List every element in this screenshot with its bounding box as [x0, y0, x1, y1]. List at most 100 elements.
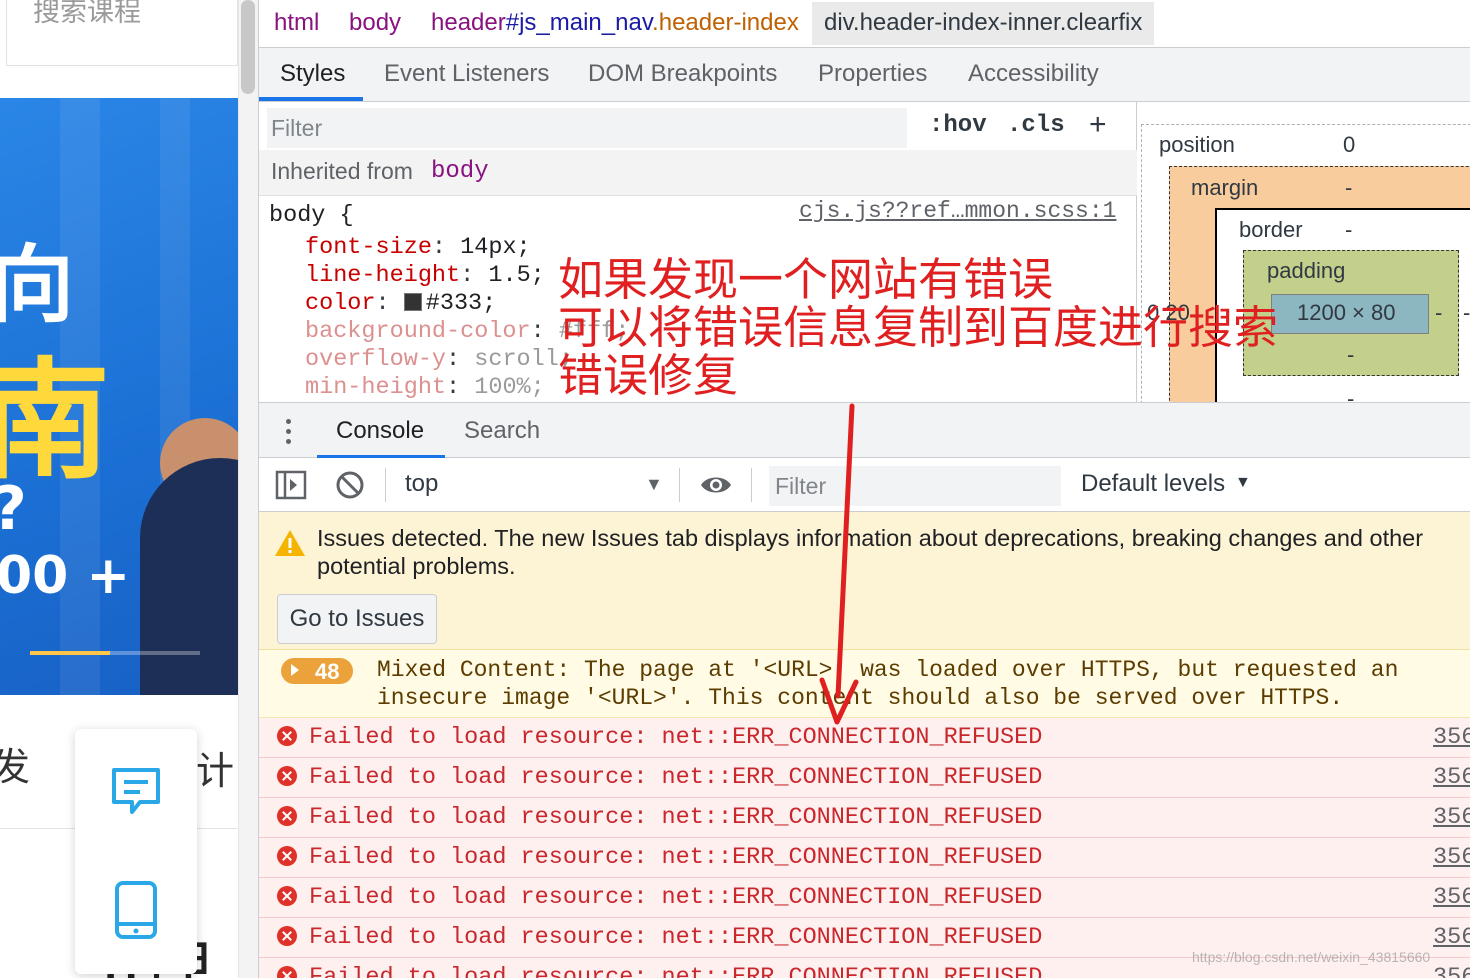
border-label: border [1239, 217, 1303, 242]
carousel-indicator[interactable] [110, 651, 200, 655]
context-select[interactable]: top [405, 470, 438, 498]
error-message: Failed to load resource: net::ERR_CONNEC… [309, 924, 1043, 951]
error-circle-icon [277, 926, 297, 946]
error-message: Failed to load resource: net::ERR_CONNEC… [309, 804, 1043, 831]
styles-filter-bar: :hov .cls + [259, 102, 1137, 152]
error-circle-icon [277, 726, 297, 746]
issues-message: Issues detected. The new Issues tab disp… [317, 525, 1424, 579]
breadcrumb-body[interactable]: body [349, 9, 401, 37]
chat-icon[interactable] [110, 766, 162, 818]
inherited-label: Inherited from [271, 158, 413, 184]
warning-triangle-icon [275, 530, 305, 556]
chevron-down-icon[interactable]: ▼ [645, 474, 663, 495]
webpage-viewport: 搜索课程 向 南 ? 00 + 发 计 π理 [0, 0, 258, 978]
error-source-link[interactable]: 356 [1433, 764, 1470, 791]
red-arrow-annotation [819, 403, 859, 725]
annotation-line: 错误修复 [558, 349, 739, 402]
error-message: Failed to load resource: net::ERR_CONNEC… [309, 724, 1043, 751]
error-circle-icon [277, 846, 297, 866]
breadcrumb-current[interactable]: div.header-index-inner.clearfix [812, 2, 1155, 45]
error-message: Failed to load resource: net::ERR_CONNEC… [309, 884, 1043, 911]
go-to-issues-button[interactable]: Go to Issues [277, 594, 437, 644]
rule-selector[interactable]: body { [269, 202, 354, 229]
eye-icon[interactable] [699, 472, 733, 498]
declaration-overridden[interactable]: overflow-y: scroll; [305, 346, 573, 373]
padding-bottom-value[interactable]: - [1347, 342, 1354, 368]
position-label: position [1159, 132, 1235, 157]
page-scrollbar[interactable] [238, 0, 258, 978]
border-value[interactable]: - [1345, 217, 1352, 243]
error-source-link[interactable]: 356 [1433, 724, 1470, 751]
declaration[interactable]: color: #333; [305, 290, 496, 317]
tab-event-listeners[interactable]: Event Listeners [384, 60, 549, 88]
tab-styles[interactable]: Styles [280, 60, 345, 88]
breadcrumb-html[interactable]: html [274, 9, 319, 37]
declaration[interactable]: font-size: 14px; [305, 234, 531, 261]
active-tab-indicator [259, 97, 363, 101]
cls-toggle[interactable]: .cls [1007, 112, 1065, 139]
log-levels-dropdown[interactable]: Default levels [1081, 470, 1225, 498]
more-tools-menu-icon[interactable] [283, 417, 293, 447]
nav-text-fragment[interactable]: 发 [0, 736, 30, 791]
error-circle-icon [277, 886, 297, 906]
page-scrollbar-thumb[interactable] [241, 0, 255, 94]
border-right-value[interactable]: - [1463, 300, 1470, 326]
course-search-input[interactable]: 搜索课程 [6, 0, 238, 66]
console-error-row[interactable]: Failed to load resource: net::ERR_CONNEC… [259, 838, 1470, 878]
error-source-link[interactable]: 356 [1433, 964, 1470, 978]
declaration-overridden[interactable]: min-height: 100%; [305, 374, 545, 401]
repeat-count: 48 [315, 659, 340, 684]
error-source-link[interactable]: 356 [1433, 844, 1470, 871]
repeat-count-badge[interactable]: 48 [281, 658, 353, 684]
styles-filter-input[interactable] [267, 108, 907, 148]
error-message: Failed to load resource: net::ERR_CONNEC… [309, 764, 1043, 791]
red-annotation-text: 如果发现一个网站有错误 可以将错误信息复制到百度进行搜索 错误修复 [558, 256, 1318, 400]
border-bottom-value[interactable]: - [1347, 386, 1354, 402]
watermark: https://blog.csdn.net/weixin_43815660 [1192, 949, 1431, 965]
search-placeholder: 搜索课程 [33, 0, 141, 27]
error-source-link[interactable]: 356 [1433, 804, 1470, 831]
dom-breadcrumb: html body header#js_main_nav.header-inde… [259, 0, 1470, 48]
tab-properties[interactable]: Properties [818, 60, 927, 88]
tab-console[interactable]: Console [336, 417, 424, 445]
error-circle-icon [277, 966, 297, 978]
annotation-line: 如果发现一个网站有错误 [558, 253, 1054, 306]
declaration[interactable]: line-height: 1.5; [305, 262, 545, 289]
elements-subtabs: Styles Event Listeners DOM Breakpoints P… [259, 48, 1470, 102]
carousel-indicator-active[interactable] [30, 651, 110, 655]
rule-source-link[interactable]: cjs.js??ref…mmon.scss:1 [799, 198, 1116, 224]
chevron-down-icon[interactable]: ▼ [1235, 474, 1251, 492]
margin-label: margin [1191, 175, 1259, 200]
margin-value[interactable]: - [1345, 175, 1352, 201]
error-circle-icon [277, 806, 297, 826]
tab-accessibility[interactable]: Accessibility [968, 60, 1099, 88]
console-error-row[interactable]: Failed to load resource: net::ERR_CONNEC… [259, 798, 1470, 838]
console-error-row[interactable]: Failed to load resource: net::ERR_CONNEC… [259, 758, 1470, 798]
error-message: Failed to load resource: net::ERR_CONNEC… [309, 844, 1043, 871]
error-message: Failed to load resource: net::ERR_CONNEC… [309, 964, 1043, 978]
banner-text-mid: ? [0, 474, 27, 544]
phone-icon[interactable] [114, 880, 158, 940]
color-swatch[interactable] [403, 293, 422, 311]
nav-text-fragment[interactable]: 计 [196, 740, 234, 795]
warning-message: Mixed Content: The page at '<URL>' was l… [377, 657, 1399, 711]
promo-banner[interactable]: 向 南 ? 00 + [0, 98, 238, 695]
tab-search[interactable]: Search [464, 417, 540, 445]
error-circle-icon [277, 766, 297, 786]
inherited-from-link[interactable]: body [431, 158, 489, 185]
console-error-row[interactable]: Failed to load resource: net::ERR_CONNEC… [259, 878, 1470, 918]
error-source-link[interactable]: 356 [1433, 884, 1470, 911]
hov-toggle[interactable]: :hov [929, 112, 987, 139]
show-sidebar-icon[interactable] [275, 470, 307, 500]
inherited-section-header: Inherited from body [259, 150, 1137, 196]
clear-console-icon[interactable] [335, 470, 365, 500]
position-value[interactable]: 0 [1343, 132, 1355, 158]
error-source-link[interactable]: 356 [1433, 924, 1470, 951]
expand-arrow-icon[interactable] [291, 664, 299, 676]
padding-right-value[interactable]: - [1435, 300, 1442, 326]
breadcrumb-header[interactable]: header#js_main_nav.header-index [431, 9, 799, 37]
new-rule-button[interactable]: + [1089, 108, 1107, 142]
tab-dom-breakpoints[interactable]: DOM Breakpoints [588, 60, 777, 88]
banner-stat: 00 + [0, 546, 131, 606]
banner-person [140, 458, 238, 695]
